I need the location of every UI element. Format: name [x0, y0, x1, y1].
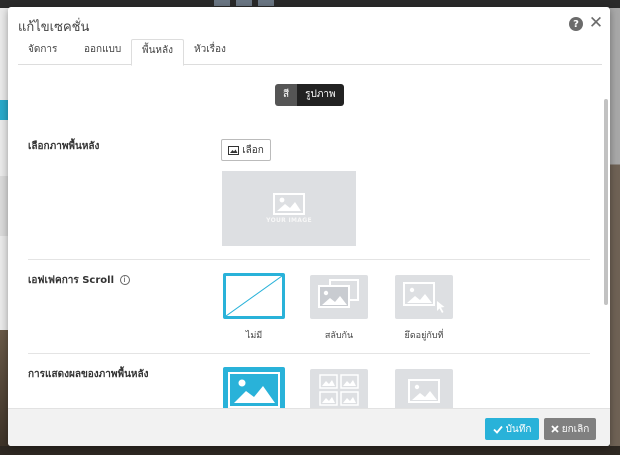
- display-label: การแสดงผลของภาพพื้นหลัง: [28, 369, 149, 380]
- cancel-label: ยกเลิก: [561, 423, 590, 435]
- save-button[interactable]: บันทึก: [485, 418, 539, 440]
- display-option-cover[interactable]: [223, 367, 285, 408]
- scroll-option-none[interactable]: [223, 273, 285, 319]
- background-type-toggle: สี รูปภาพ: [275, 84, 344, 106]
- toggle-image-button[interactable]: รูปภาพ: [297, 84, 344, 106]
- divider: [28, 259, 590, 260]
- center-image-icon: [408, 379, 440, 403]
- background-image-label: เลือกภาพพื้นหลัง: [28, 141, 100, 152]
- tab-bar: จัดการ ออกแบบ พื้นหลัง หัวเรื่อง: [18, 39, 602, 66]
- toggle-color-button[interactable]: สี: [275, 84, 298, 106]
- display-option-center[interactable]: [395, 369, 453, 408]
- tile-image-icon: [319, 374, 359, 406]
- modal-title: แก้ไขเซคชั่น: [18, 20, 90, 35]
- fixed-image-icon: [403, 282, 445, 313]
- check-icon: [492, 425, 503, 434]
- tab-background[interactable]: พื้นหลัง: [131, 39, 185, 66]
- scroll-option-parallax[interactable]: [310, 275, 368, 319]
- cross-icon: [551, 425, 559, 433]
- modal-content: สี รูปภาพ เลือกภาพพื้นหลัง เลือก YOUR IM…: [8, 66, 610, 408]
- placeholder-text: YOUR IMAGE: [266, 217, 312, 224]
- image-icon: [228, 145, 240, 155]
- scroll-option-fixed-label: ยึดอยู่กับที่: [404, 331, 444, 341]
- background-right-panel: [610, 8, 620, 455]
- scroll-option-fixed[interactable]: [395, 275, 453, 319]
- background-tabs: [214, 0, 274, 6]
- save-label: บันทึก: [505, 423, 532, 435]
- display-option-tile[interactable]: [310, 369, 368, 408]
- scroll-effect-label-text: เอฟเฟคการ Scroll: [28, 275, 115, 286]
- placeholder-image-icon: [273, 193, 305, 215]
- help-icon[interactable]: ?: [569, 17, 583, 31]
- content-scrollbar[interactable]: [604, 99, 608, 305]
- modal-header: แก้ไขเซคชั่น ? ✕: [8, 7, 610, 39]
- scroll-option-parallax-label: สลับกัน: [324, 331, 354, 341]
- scroll-effect-label: เอฟเฟคการ Scroll i: [28, 273, 130, 288]
- divider: [28, 353, 590, 354]
- parallax-icon: [318, 279, 359, 308]
- select-image-label: เลือก: [242, 144, 264, 156]
- select-image-button[interactable]: เลือก: [221, 139, 271, 161]
- background-bottom-photo: [0, 446, 620, 455]
- tab-heading[interactable]: หัวเรื่อง: [184, 39, 236, 65]
- modal-footer: บันทึก ยกเลิก: [8, 408, 610, 446]
- edit-section-modal: แก้ไขเซคชั่น ? ✕ จัดการ ออกแบบ พื้นหลัง …: [8, 7, 610, 446]
- tab-design[interactable]: ออกแบบ: [74, 39, 131, 65]
- background-image-preview[interactable]: YOUR IMAGE: [222, 171, 356, 246]
- none-diagonal-icon: [226, 276, 282, 316]
- tab-manage[interactable]: จัดการ: [18, 39, 67, 65]
- cancel-button[interactable]: ยกเลิก: [544, 418, 596, 440]
- close-icon[interactable]: ✕: [588, 14, 604, 32]
- background-left-accent: [0, 100, 8, 120]
- scroll-option-none-label: ไม่มี: [245, 331, 263, 341]
- info-icon[interactable]: i: [119, 275, 130, 285]
- cover-image-icon: [228, 372, 280, 408]
